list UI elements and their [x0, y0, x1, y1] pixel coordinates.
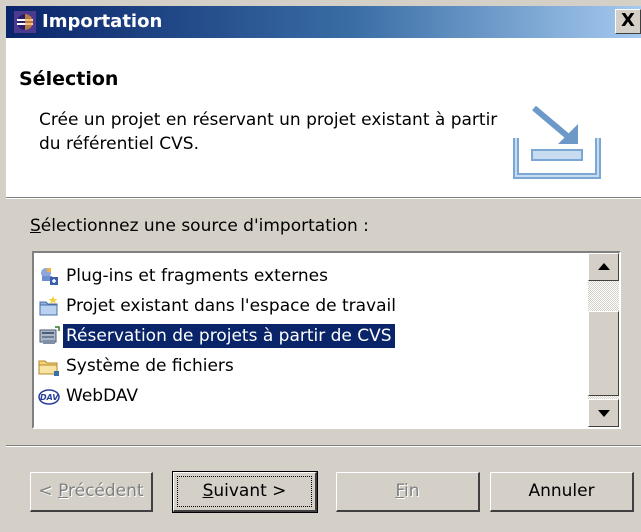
back-button-prefix: < [38, 481, 59, 501]
list-item-label: Plug-ins et fragments externes [66, 266, 328, 286]
focus-rectangle [177, 476, 312, 507]
scroll-down-button[interactable] [588, 399, 619, 427]
header-separator [6, 198, 641, 199]
scroll-up-button[interactable] [588, 253, 619, 281]
arrow-down-icon [598, 410, 610, 417]
button-bar-separator [6, 445, 641, 447]
arrow-up-icon [598, 263, 610, 270]
import-dialog: Importation X Sélection Crée un projet e… [0, 0, 641, 532]
page-description: Crée un projet en réservant un projet ex… [39, 110, 498, 154]
import-source-list[interactable]: Plug-ins et fragments externes Projet ex… [32, 251, 621, 429]
back-button-label: récédent [68, 481, 144, 501]
source-prompt-label: Sélectionnez une source d'importation : [30, 216, 369, 236]
eclipse-icon [14, 11, 36, 33]
webdav-icon: DAV [38, 389, 60, 405]
title-bar[interactable]: Importation X [6, 6, 641, 38]
close-button[interactable]: X [615, 9, 641, 34]
project-icon [39, 296, 58, 316]
vertical-scrollbar[interactable] [588, 253, 619, 427]
finish-button-mnemonic: F [395, 481, 405, 501]
scroll-thumb[interactable] [588, 311, 619, 396]
finish-button-label: in [404, 481, 420, 501]
prompt-text: électionnez une source d'importation : [40, 216, 369, 236]
list-viewport: Plug-ins et fragments externes Projet ex… [34, 253, 588, 427]
plugin-icon [41, 268, 58, 285]
cancel-button[interactable]: Annuler [490, 472, 634, 512]
back-button-mnemonic: P [58, 481, 69, 501]
next-button[interactable]: Suivant > [172, 471, 318, 513]
import-wizard-icon [513, 105, 601, 179]
close-icon: X [621, 10, 635, 31]
finish-button[interactable]: Fin [336, 472, 480, 512]
cancel-button-label: Annuler [528, 481, 595, 501]
svg-text:DAV: DAV [40, 393, 59, 402]
page-title: Sélection [19, 68, 119, 90]
list-item-label: Réservation de projets à partir de CVS [62, 323, 396, 349]
back-button[interactable]: < Précédent [30, 472, 153, 512]
folder-icon [38, 360, 59, 376]
wizard-header: Sélection Crée un projet en réservant un… [6, 38, 641, 198]
prompt-mnemonic: S [30, 216, 41, 236]
list-item-label: WebDAV [66, 386, 139, 406]
list-item-label: Projet existant dans l'espace de travail [66, 296, 396, 316]
list-item-label: Système de fichiers [66, 356, 234, 376]
window-title: Importation [42, 11, 163, 32]
cvs-icon [39, 326, 60, 344]
